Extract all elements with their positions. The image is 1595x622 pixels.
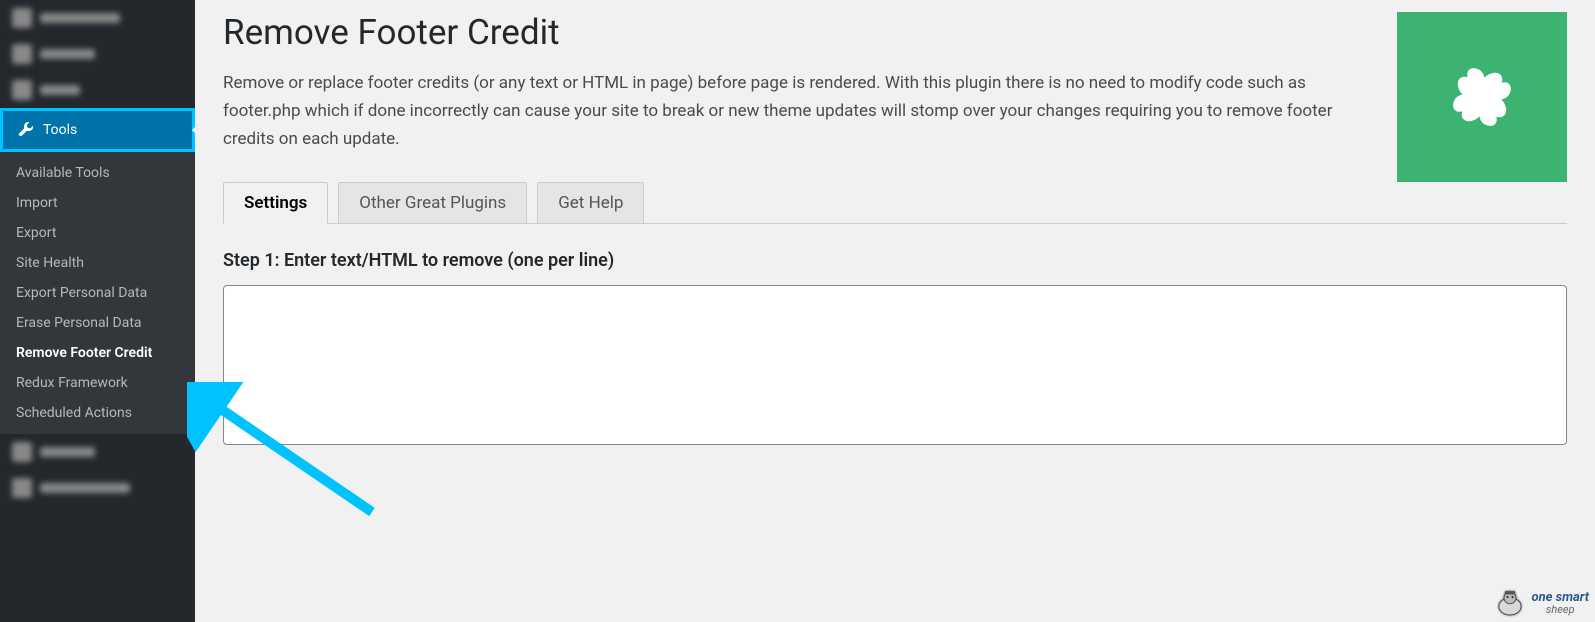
sheep-icon	[1493, 586, 1527, 620]
sidebar-item-tools[interactable]: Tools	[0, 108, 195, 152]
sidebar-item-blurred	[0, 72, 195, 108]
sidebar-tools-label: Tools	[43, 122, 77, 138]
step1-label: Step 1: Enter text/HTML to remove (one p…	[223, 250, 1567, 271]
tab-settings[interactable]: Settings	[223, 182, 328, 224]
sidebar-item-blurred	[0, 470, 195, 506]
submenu-item-export-personal-data[interactable]: Export Personal Data	[0, 278, 195, 308]
tab-get-help[interactable]: Get Help	[537, 182, 644, 224]
tabs: Settings Other Great Plugins Get Help	[223, 182, 1567, 224]
submenu-item-site-health[interactable]: Site Health	[0, 248, 195, 278]
sidebar-submenu: Available Tools Import Export Site Healt…	[0, 152, 195, 434]
plugin-logo	[1397, 12, 1567, 182]
submenu-item-export[interactable]: Export	[0, 218, 195, 248]
submenu-item-erase-personal-data[interactable]: Erase Personal Data	[0, 308, 195, 338]
clover-icon	[1447, 62, 1517, 132]
watermark-bottom: sheep	[1531, 604, 1589, 615]
submenu-item-scheduled-actions[interactable]: Scheduled Actions	[0, 398, 195, 428]
page-title: Remove Footer Credit	[223, 12, 1373, 53]
sidebar-item-blurred	[0, 36, 195, 72]
page-description: Remove or replace footer credits (or any…	[223, 69, 1373, 153]
wrench-icon	[15, 120, 35, 140]
step1-textarea[interactable]	[223, 285, 1567, 445]
submenu-item-remove-footer-credit[interactable]: Remove Footer Credit	[0, 338, 195, 368]
submenu-item-import[interactable]: Import	[0, 188, 195, 218]
main-content: Remove Footer Credit Remove or replace f…	[195, 0, 1595, 622]
watermark: one smart sheep	[1493, 586, 1589, 620]
admin-sidebar: Tools Available Tools Import Export Site…	[0, 0, 195, 622]
tab-other-great-plugins[interactable]: Other Great Plugins	[338, 182, 527, 224]
sidebar-item-blurred	[0, 434, 195, 470]
submenu-item-available-tools[interactable]: Available Tools	[0, 158, 195, 188]
sidebar-item-blurred	[0, 0, 195, 36]
submenu-item-redux-framework[interactable]: Redux Framework	[0, 368, 195, 398]
